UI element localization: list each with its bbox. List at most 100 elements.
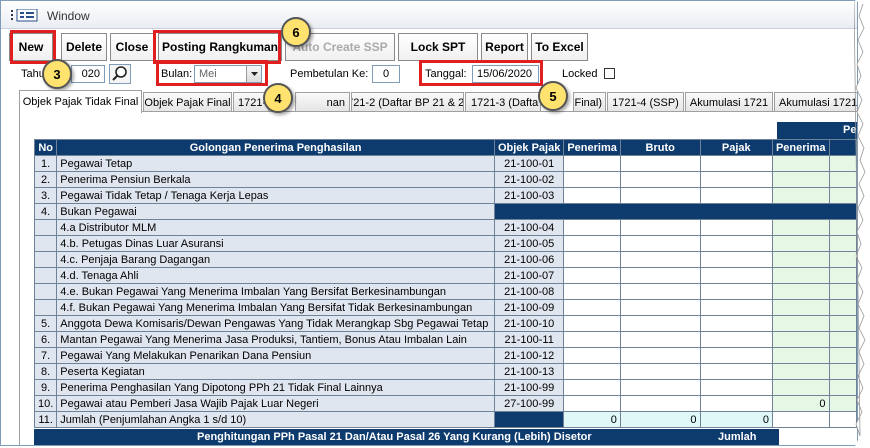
table-row[interactable]: 4.e. Bukan Pegawai Yang Menerima Imbalan… <box>33 283 857 300</box>
pajak-cell[interactable] <box>699 379 773 396</box>
penerima-perhitungan-cell[interactable] <box>771 219 830 236</box>
penerima-perhitungan-cell[interactable] <box>771 171 830 188</box>
bulan-dropdown-button[interactable] <box>246 66 261 82</box>
penerima-perhitungan-cell[interactable] <box>771 331 830 348</box>
table-row[interactable]: 4.c. Penjaja Barang Dagangan 21-100-06 <box>33 251 857 268</box>
penerima-perhitungan-cell[interactable] <box>771 347 830 364</box>
pajak-cell[interactable] <box>699 347 773 364</box>
penerima-cell[interactable] <box>563 315 621 332</box>
bruto-cell[interactable] <box>619 331 701 348</box>
tab-1721-1-cont[interactable]: nan <box>295 92 350 112</box>
tab-1721-3-cont[interactable]: Final) <box>573 92 606 112</box>
penerima-cell[interactable] <box>563 395 621 412</box>
table-row[interactable]: 4.d. Tenaga Ahli 21-100-07 <box>33 267 857 284</box>
bruto-cell[interactable] <box>619 251 701 268</box>
tab-objek-pajak-final[interactable]: Objek Pajak Final <box>143 92 232 112</box>
pembetulan-field[interactable]: 0 <box>372 65 400 83</box>
table-row[interactable]: 5. Anggota Dewa Komisaris/Dewan Pengawas … <box>33 315 857 332</box>
penerima-perhitungan-cell[interactable] <box>771 251 830 268</box>
bruto-cell[interactable] <box>619 379 701 396</box>
penerima-perhitungan-cell[interactable] <box>771 267 830 284</box>
bruto-cell[interactable] <box>619 395 701 412</box>
bruto-cell[interactable] <box>619 283 701 300</box>
penerima-perhitungan-cell[interactable] <box>771 315 830 332</box>
posting-rangkuman-button[interactable]: Posting Rangkuman <box>158 33 282 61</box>
pajak-cell[interactable] <box>699 219 773 236</box>
pajak-cell[interactable] <box>699 155 773 172</box>
penerima-cell[interactable] <box>563 219 621 236</box>
tanggal-field[interactable]: 15/06/2020 <box>472 65 539 83</box>
tab-objek-pajak-tidak-final[interactable]: Objek Pajak Tidak Final <box>19 90 142 113</box>
new-button[interactable]: New <box>9 33 53 61</box>
penerima-cell[interactable] <box>563 331 621 348</box>
pajak-cell[interactable] <box>699 283 773 300</box>
table-row[interactable]: 6. Mantan Pegawai Yang Menerima Jasa Prod… <box>33 331 857 348</box>
bruto-cell[interactable] <box>619 363 701 380</box>
penerima-cell[interactable] <box>563 187 621 204</box>
row-objek-pajak: 21-100-99 <box>493 379 565 396</box>
penerima-perhitungan-cell[interactable]: 0 <box>771 395 830 412</box>
pajak-cell[interactable] <box>699 235 773 252</box>
tab-1721-4-ssp[interactable]: 1721-4 (SSP) <box>607 92 684 112</box>
bruto-cell[interactable] <box>619 219 701 236</box>
penerima-cell[interactable] <box>563 171 621 188</box>
pajak-cell[interactable] <box>699 363 773 380</box>
table-row[interactable]: 1. Pegawai Tetap 21-100-01 <box>33 155 857 172</box>
table-row[interactable]: 4.f. Bukan Pegawai Yang Menerima Imbalan… <box>33 299 857 316</box>
table-row[interactable]: 9. Penerima Penghasilan Yang Dipotong PPh… <box>33 379 857 396</box>
pajak-cell[interactable] <box>699 251 773 268</box>
pajak-cell[interactable] <box>699 315 773 332</box>
table-row[interactable]: 2. Penerima Pensiun Berkala 21-100-02 <box>33 171 857 188</box>
pajak-cell[interactable] <box>699 187 773 204</box>
tahun-field[interactable]: 020 <box>71 65 105 83</box>
penerima-perhitungan-cell[interactable] <box>771 299 830 316</box>
bruto-cell[interactable] <box>619 235 701 252</box>
bruto-cell[interactable] <box>619 171 701 188</box>
pajak-cell[interactable] <box>699 395 773 412</box>
penerima-cell[interactable] <box>563 363 621 380</box>
bruto-cell[interactable] <box>619 155 701 172</box>
bruto-cell[interactable] <box>619 187 701 204</box>
tab-1721-3[interactable]: 1721-3 (Dafta <box>465 92 541 112</box>
table-row[interactable]: 8. Peserta Kegiatan 21-100-13 <box>33 363 857 380</box>
penerima-perhitungan-cell[interactable] <box>771 187 830 204</box>
pajak-cell[interactable] <box>699 331 773 348</box>
bruto-cell[interactable] <box>619 267 701 284</box>
penerima-cell[interactable] <box>563 235 621 252</box>
locked-checkbox[interactable] <box>604 68 615 79</box>
table-row[interactable]: 4.b. Petugas Dinas Luar Asuransi 21-100-0… <box>33 235 857 252</box>
to-excel-button[interactable]: To Excel <box>531 33 588 61</box>
penerima-cell[interactable] <box>563 155 621 172</box>
penerima-perhitungan-cell[interactable] <box>771 283 830 300</box>
penerima-cell[interactable] <box>563 299 621 316</box>
table-row[interactable]: 7. Pegawai Yang Melakukan Penarikan Dana … <box>33 347 857 364</box>
penerima-cell[interactable] <box>563 379 621 396</box>
penerima-perhitungan-cell[interactable] <box>771 363 830 380</box>
pajak-cell[interactable] <box>699 171 773 188</box>
search-button[interactable] <box>109 64 131 84</box>
penerima-cell[interactable] <box>563 267 621 284</box>
bruto-cell[interactable] <box>619 347 701 364</box>
pajak-cell[interactable] <box>699 267 773 284</box>
table-row[interactable]: 4.a Distributor MLM 21-100-04 <box>33 219 857 236</box>
penerima-cell[interactable] <box>563 347 621 364</box>
pembetulan-label: Pembetulan Ke: <box>290 68 369 80</box>
penerima-perhitungan-cell[interactable] <box>771 379 830 396</box>
report-button[interactable]: Report <box>481 33 528 61</box>
table-row[interactable]: 10. Pegawai atau Pemberi Jasa Wajib Pajak… <box>33 395 857 412</box>
penerima-cell[interactable] <box>563 251 621 268</box>
bruto-cell[interactable] <box>619 315 701 332</box>
table-row[interactable]: 4. Bukan Pegawai <box>33 203 857 220</box>
penerima-cell[interactable] <box>563 283 621 300</box>
delete-button[interactable]: Delete <box>61 33 107 61</box>
pajak-cell[interactable] <box>699 299 773 316</box>
tab-akumulasi-1721[interactable]: Akumulasi 1721 <box>685 92 773 112</box>
bruto-cell[interactable] <box>619 299 701 316</box>
table-row[interactable]: 3. Pegawai Tidak Tetap / Tenaga Kerja Lep… <box>33 187 857 204</box>
lock-spt-button[interactable]: Lock SPT <box>398 33 478 61</box>
tab-1721-2[interactable]: 1721-2 (Daftar BP 21 & 26) <box>351 92 464 112</box>
tab-akumulasi-1721-more[interactable]: Akumulasi 1721- <box>774 92 857 112</box>
penerima-perhitungan-cell[interactable] <box>771 155 830 172</box>
penerima-perhitungan-cell[interactable] <box>771 235 830 252</box>
close-button[interactable]: Close <box>110 33 154 61</box>
